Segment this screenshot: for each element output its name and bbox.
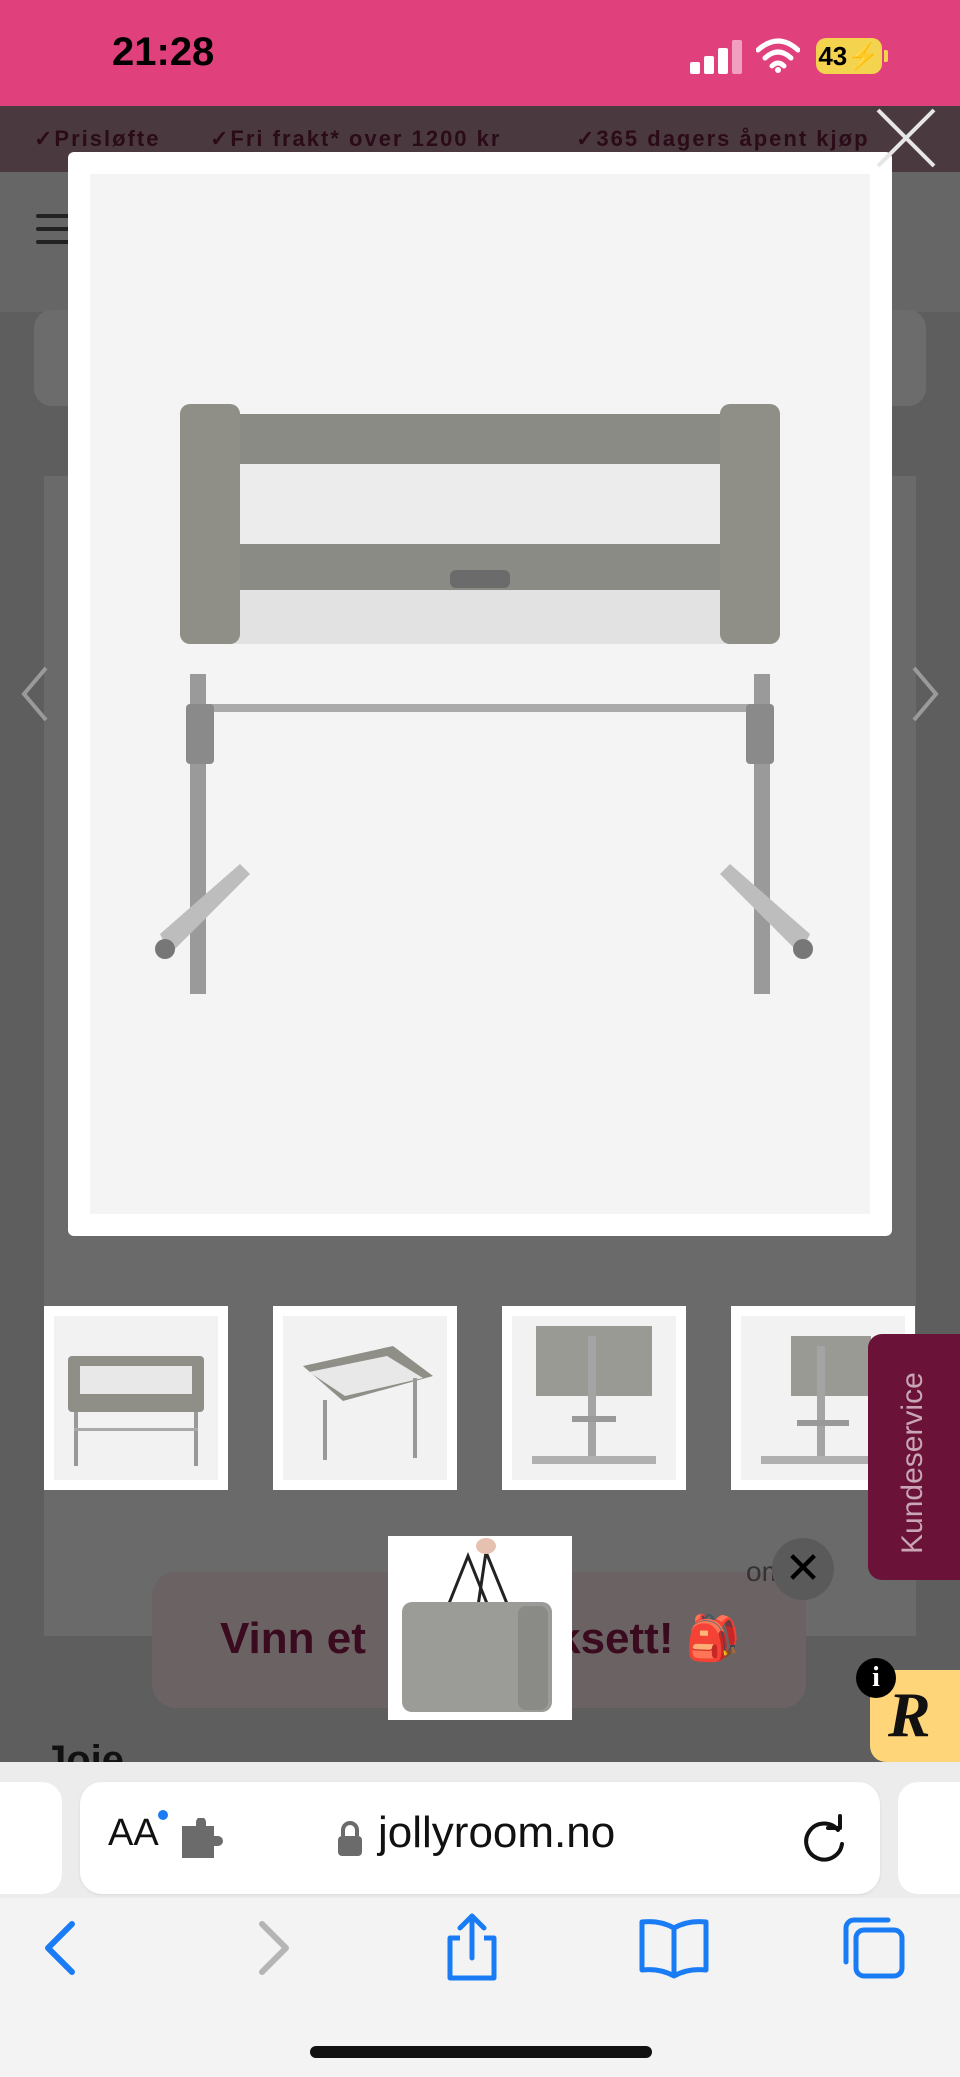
previous-image-arrow-icon[interactable] bbox=[18, 664, 52, 724]
battery-icon: 43⚡ bbox=[816, 38, 888, 74]
extensions-icon[interactable] bbox=[178, 1818, 224, 1862]
customer-service-label: Kundeservice bbox=[896, 1372, 929, 1554]
bookmarks-icon[interactable] bbox=[638, 1912, 710, 1984]
back-icon[interactable] bbox=[26, 1912, 98, 1984]
thumbnail-crib-side-back[interactable] bbox=[502, 1306, 686, 1490]
tabs-icon[interactable] bbox=[838, 1912, 910, 1984]
wifi-icon bbox=[756, 38, 800, 73]
thumbnail-image bbox=[54, 1316, 218, 1480]
bedside-crib-illustration bbox=[155, 404, 813, 994]
notification-dot bbox=[158, 1810, 168, 1820]
reload-icon[interactable] bbox=[798, 1814, 850, 1866]
thumbnail-image bbox=[283, 1316, 447, 1480]
url-text: jollyroom.no bbox=[378, 1808, 616, 1857]
forward-icon[interactable] bbox=[236, 1912, 308, 1984]
status-time: 21:28 bbox=[112, 30, 215, 74]
previous-tab-peek[interactable] bbox=[0, 1782, 62, 1894]
contest-text-left: Vinn et bbox=[220, 1614, 379, 1663]
lock-icon bbox=[338, 1821, 362, 1856]
home-indicator bbox=[310, 2046, 652, 2058]
customer-service-tab[interactable]: Kundeservice bbox=[868, 1334, 960, 1580]
battery-level: 43 bbox=[818, 41, 848, 71]
thumbnail-crib-angled[interactable] bbox=[273, 1306, 457, 1490]
next-tab-peek[interactable] bbox=[898, 1782, 960, 1894]
cellular-signal-icon bbox=[690, 40, 742, 74]
share-icon[interactable] bbox=[436, 1912, 508, 1984]
thumbnail-image bbox=[512, 1316, 676, 1480]
carry-bag-image bbox=[402, 1538, 552, 1712]
close-banner-button[interactable]: ✕ bbox=[772, 1538, 834, 1600]
main-product-image bbox=[90, 174, 870, 1214]
next-image-arrow-icon[interactable] bbox=[908, 664, 942, 724]
thumbnail-crib-front[interactable] bbox=[44, 1306, 228, 1490]
thumbnail-carry-bag[interactable] bbox=[388, 1536, 572, 1720]
reader-options-button[interactable]: AA bbox=[108, 1812, 159, 1855]
contest-text-right: ksett! 🎒 bbox=[556, 1614, 741, 1663]
info-icon[interactable]: i bbox=[856, 1658, 896, 1698]
rewards-logo: R bbox=[888, 1679, 931, 1750]
close-modal-icon[interactable] bbox=[872, 104, 940, 172]
menu-icon[interactable] bbox=[36, 214, 70, 244]
